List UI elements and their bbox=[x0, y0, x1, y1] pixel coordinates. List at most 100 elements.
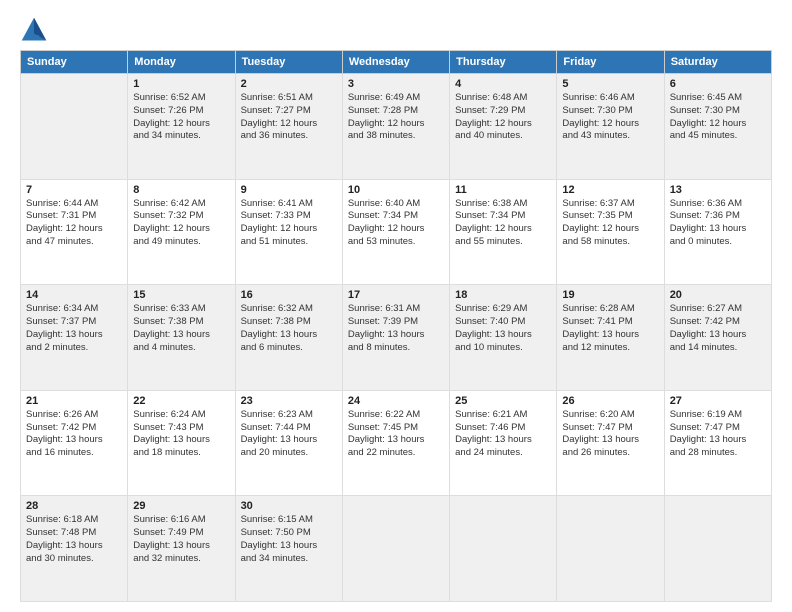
day-number: 24 bbox=[348, 395, 444, 407]
day-number: 14 bbox=[26, 289, 122, 301]
day-info: Sunrise: 6:40 AMSunset: 7:34 PMDaylight:… bbox=[348, 198, 444, 249]
calendar-cell: 21 Sunrise: 6:26 AMSunset: 7:42 PMDayligh… bbox=[21, 390, 128, 496]
calendar-cell: 29 Sunrise: 6:16 AMSunset: 7:49 PMDayligh… bbox=[128, 496, 235, 602]
calendar-cell: 9Sunrise: 6:41 AMSunset: 7:33 PMDaylight… bbox=[235, 179, 342, 285]
calendar-cell bbox=[21, 74, 128, 180]
day-info: Sunrise: 6:27 AMSunset: 7:42 PMDaylight:… bbox=[670, 303, 766, 354]
calendar-cell: 20 Sunrise: 6:27 AMSunset: 7:42 PMDayligh… bbox=[664, 285, 771, 391]
calendar-cell: 23 Sunrise: 6:23 AMSunset: 7:44 PMDayligh… bbox=[235, 390, 342, 496]
calendar-cell: 22 Sunrise: 6:24 AMSunset: 7:43 PMDayligh… bbox=[128, 390, 235, 496]
day-number: 26 bbox=[562, 395, 658, 407]
weekday-header-tuesday: Tuesday bbox=[235, 51, 342, 74]
day-info: Sunrise: 6:28 AMSunset: 7:41 PMDaylight:… bbox=[562, 303, 658, 354]
weekday-header-friday: Friday bbox=[557, 51, 664, 74]
day-number: 10 bbox=[348, 184, 444, 196]
day-info: Sunrise: 6:33 AMSunset: 7:38 PMDaylight:… bbox=[133, 303, 229, 354]
weekday-header-saturday: Saturday bbox=[664, 51, 771, 74]
calendar-week-row: 28 Sunrise: 6:18 AMSunset: 7:48 PMDayligh… bbox=[21, 496, 772, 602]
calendar-table: SundayMondayTuesdayWednesdayThursdayFrid… bbox=[20, 50, 772, 602]
weekday-header-sunday: Sunday bbox=[21, 51, 128, 74]
day-info: Sunrise: 6:45 AMSunset: 7:30 PMDaylight:… bbox=[670, 92, 766, 143]
calendar-cell: 30Sunrise: 6:15 AMSunset: 7:50 PMDayligh… bbox=[235, 496, 342, 602]
day-number: 25 bbox=[455, 395, 551, 407]
day-number: 1 bbox=[133, 78, 229, 90]
day-info: Sunrise: 6:51 AMSunset: 7:27 PMDaylight:… bbox=[241, 92, 337, 143]
calendar-cell: 19 Sunrise: 6:28 AMSunset: 7:41 PMDayligh… bbox=[557, 285, 664, 391]
day-info: Sunrise: 6:36 AMSunset: 7:36 PMDaylight:… bbox=[670, 198, 766, 249]
day-info: Sunrise: 6:38 AMSunset: 7:34 PMDaylight:… bbox=[455, 198, 551, 249]
calendar-cell: 13 Sunrise: 6:36 AMSunset: 7:36 PMDayligh… bbox=[664, 179, 771, 285]
calendar-cell: 12 Sunrise: 6:37 AMSunset: 7:35 PMDayligh… bbox=[557, 179, 664, 285]
day-info: Sunrise: 6:23 AMSunset: 7:44 PMDaylight:… bbox=[241, 409, 337, 460]
day-number: 6 bbox=[670, 78, 766, 90]
day-number: 19 bbox=[562, 289, 658, 301]
day-info: Sunrise: 6:31 AMSunset: 7:39 PMDaylight:… bbox=[348, 303, 444, 354]
calendar-cell bbox=[450, 496, 557, 602]
day-info: Sunrise: 6:44 AMSunset: 7:31 PMDaylight:… bbox=[26, 198, 122, 249]
calendar-cell: 11Sunrise: 6:38 AMSunset: 7:34 PMDayligh… bbox=[450, 179, 557, 285]
calendar-week-row: 1 Sunrise: 6:52 AMSunset: 7:26 PMDaylight… bbox=[21, 74, 772, 180]
calendar-cell: 24 Sunrise: 6:22 AMSunset: 7:45 PMDayligh… bbox=[342, 390, 449, 496]
weekday-header-thursday: Thursday bbox=[450, 51, 557, 74]
logo bbox=[20, 16, 52, 44]
day-number: 16 bbox=[241, 289, 337, 301]
calendar-week-row: 14 Sunrise: 6:34 AMSunset: 7:37 PMDayligh… bbox=[21, 285, 772, 391]
day-info: Sunrise: 6:49 AMSunset: 7:28 PMDaylight:… bbox=[348, 92, 444, 143]
day-info: Sunrise: 6:22 AMSunset: 7:45 PMDaylight:… bbox=[348, 409, 444, 460]
day-info: Sunrise: 6:37 AMSunset: 7:35 PMDaylight:… bbox=[562, 198, 658, 249]
day-info: Sunrise: 6:20 AMSunset: 7:47 PMDaylight:… bbox=[562, 409, 658, 460]
day-number: 18 bbox=[455, 289, 551, 301]
day-number: 13 bbox=[670, 184, 766, 196]
day-info: Sunrise: 6:34 AMSunset: 7:37 PMDaylight:… bbox=[26, 303, 122, 354]
day-number: 27 bbox=[670, 395, 766, 407]
day-number: 29 bbox=[133, 500, 229, 512]
day-number: 12 bbox=[562, 184, 658, 196]
calendar-cell: 17 Sunrise: 6:31 AMSunset: 7:39 PMDayligh… bbox=[342, 285, 449, 391]
calendar-cell: 5 Sunrise: 6:46 AMSunset: 7:30 PMDaylight… bbox=[557, 74, 664, 180]
day-info: Sunrise: 6:26 AMSunset: 7:42 PMDaylight:… bbox=[26, 409, 122, 460]
weekday-header-monday: Monday bbox=[128, 51, 235, 74]
day-info: Sunrise: 6:19 AMSunset: 7:47 PMDaylight:… bbox=[670, 409, 766, 460]
day-info: Sunrise: 6:32 AMSunset: 7:38 PMDaylight:… bbox=[241, 303, 337, 354]
calendar-cell: 16 Sunrise: 6:32 AMSunset: 7:38 PMDayligh… bbox=[235, 285, 342, 391]
calendar-cell bbox=[342, 496, 449, 602]
day-info: Sunrise: 6:16 AMSunset: 7:49 PMDaylight:… bbox=[133, 514, 229, 565]
day-number: 21 bbox=[26, 395, 122, 407]
day-info: Sunrise: 6:24 AMSunset: 7:43 PMDaylight:… bbox=[133, 409, 229, 460]
calendar-cell bbox=[557, 496, 664, 602]
day-info: Sunrise: 6:52 AMSunset: 7:26 PMDaylight:… bbox=[133, 92, 229, 143]
logo-icon bbox=[20, 16, 48, 44]
calendar-cell: 28 Sunrise: 6:18 AMSunset: 7:48 PMDayligh… bbox=[21, 496, 128, 602]
day-number: 28 bbox=[26, 500, 122, 512]
calendar-cell: 15 Sunrise: 6:33 AMSunset: 7:38 PMDayligh… bbox=[128, 285, 235, 391]
day-info: Sunrise: 6:46 AMSunset: 7:30 PMDaylight:… bbox=[562, 92, 658, 143]
day-number: 22 bbox=[133, 395, 229, 407]
day-number: 20 bbox=[670, 289, 766, 301]
calendar-cell: 25 Sunrise: 6:21 AMSunset: 7:46 PMDayligh… bbox=[450, 390, 557, 496]
day-info: Sunrise: 6:21 AMSunset: 7:46 PMDaylight:… bbox=[455, 409, 551, 460]
calendar-cell: 7Sunrise: 6:44 AMSunset: 7:31 PMDaylight… bbox=[21, 179, 128, 285]
day-number: 2 bbox=[241, 78, 337, 90]
day-number: 3 bbox=[348, 78, 444, 90]
weekday-header-wednesday: Wednesday bbox=[342, 51, 449, 74]
day-number: 23 bbox=[241, 395, 337, 407]
day-number: 15 bbox=[133, 289, 229, 301]
page: SundayMondayTuesdayWednesdayThursdayFrid… bbox=[0, 0, 792, 612]
day-number: 30 bbox=[241, 500, 337, 512]
calendar-cell: 10 Sunrise: 6:40 AMSunset: 7:34 PMDayligh… bbox=[342, 179, 449, 285]
calendar-cell bbox=[664, 496, 771, 602]
day-number: 5 bbox=[562, 78, 658, 90]
day-number: 8 bbox=[133, 184, 229, 196]
calendar-cell: 2 Sunrise: 6:51 AMSunset: 7:27 PMDaylight… bbox=[235, 74, 342, 180]
day-info: Sunrise: 6:18 AMSunset: 7:48 PMDaylight:… bbox=[26, 514, 122, 565]
calendar-cell: 3 Sunrise: 6:49 AMSunset: 7:28 PMDaylight… bbox=[342, 74, 449, 180]
calendar-cell: 4Sunrise: 6:48 AMSunset: 7:29 PMDaylight… bbox=[450, 74, 557, 180]
calendar-cell: 8 Sunrise: 6:42 AMSunset: 7:32 PMDaylight… bbox=[128, 179, 235, 285]
day-info: Sunrise: 6:41 AMSunset: 7:33 PMDaylight:… bbox=[241, 198, 337, 249]
day-info: Sunrise: 6:48 AMSunset: 7:29 PMDaylight:… bbox=[455, 92, 551, 143]
day-number: 17 bbox=[348, 289, 444, 301]
calendar-week-row: 7Sunrise: 6:44 AMSunset: 7:31 PMDaylight… bbox=[21, 179, 772, 285]
calendar-cell: 27 Sunrise: 6:19 AMSunset: 7:47 PMDayligh… bbox=[664, 390, 771, 496]
day-info: Sunrise: 6:42 AMSunset: 7:32 PMDaylight:… bbox=[133, 198, 229, 249]
calendar-cell: 6 Sunrise: 6:45 AMSunset: 7:30 PMDaylight… bbox=[664, 74, 771, 180]
